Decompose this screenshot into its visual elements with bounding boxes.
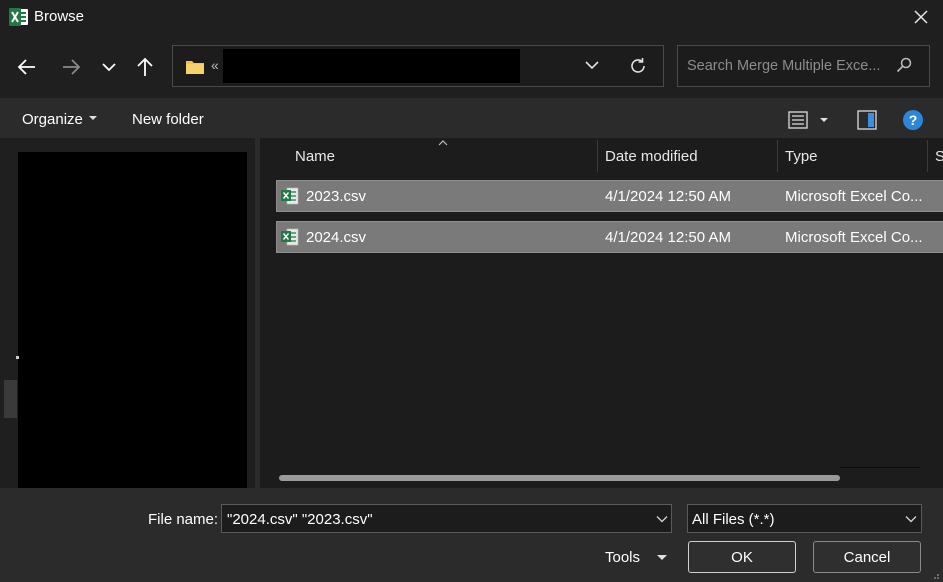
column-header-date-modified[interactable]: Date modified	[605, 148, 698, 165]
view-details-icon[interactable]	[788, 111, 808, 129]
excel-app-icon	[9, 8, 28, 26]
dialog-footer: File name: "2024.csv" "2023.csv" All Fil…	[0, 488, 943, 582]
file-name: 2024.csv	[306, 229, 367, 246]
file-type-select[interactable]: All Files (*.*)	[687, 504, 922, 533]
preview-pane-icon[interactable]	[857, 110, 877, 130]
column-header-type[interactable]: Type	[785, 148, 818, 165]
file-name-label: File name:	[148, 511, 219, 528]
tree-expander-icon[interactable]	[16, 356, 19, 359]
navigation-pane-redacted	[18, 152, 247, 492]
search-icon[interactable]	[896, 57, 912, 73]
file-type: Microsoft Excel Co...	[785, 188, 923, 205]
navigation-pane[interactable]	[0, 138, 255, 492]
organize-menu[interactable]: Organize	[22, 111, 97, 128]
sort-ascending-icon	[438, 140, 448, 146]
navigation-bar: « Search Merge Multiple Exce...	[0, 34, 943, 98]
address-path-redacted	[223, 49, 520, 83]
back-button[interactable]	[16, 56, 38, 78]
file-date-modified: 4/1/2024 12:50 AM	[605, 188, 731, 205]
arrow-right-icon	[63, 59, 81, 75]
address-overflow-chevron[interactable]: «	[211, 57, 219, 73]
recent-locations-button[interactable]	[98, 56, 120, 78]
file-type: Microsoft Excel Co...	[785, 229, 923, 246]
chevron-down-icon[interactable]	[905, 515, 917, 523]
arrow-up-icon	[137, 57, 153, 76]
forward-button[interactable]	[60, 56, 82, 78]
close-icon	[914, 10, 928, 24]
excel-file-icon	[281, 228, 299, 246]
column-divider[interactable]	[927, 140, 928, 172]
tools-caret-icon[interactable]	[657, 555, 667, 560]
horizontal-scrollbar-track[interactable]	[840, 467, 920, 468]
ok-button[interactable]: OK	[688, 541, 796, 573]
caret-down-icon	[88, 116, 97, 121]
column-divider[interactable]	[597, 140, 598, 172]
resize-grip-icon[interactable]	[930, 573, 940, 581]
table-row[interactable]: 2024.csv 4/1/2024 12:50 AM Microsoft Exc…	[276, 221, 943, 253]
table-row[interactable]: 2023.csv 4/1/2024 12:50 AM Microsoft Exc…	[276, 180, 943, 212]
help-icon[interactable]: ?	[903, 110, 923, 130]
window-title: Browse	[34, 8, 85, 25]
new-folder-button[interactable]: New folder	[132, 111, 204, 128]
view-options-caret-icon[interactable]	[820, 118, 828, 122]
navigation-pane-scrollbar[interactable]	[4, 380, 17, 418]
column-header-size[interactable]: S	[935, 148, 943, 165]
folder-icon	[186, 61, 204, 74]
tools-menu[interactable]: Tools	[605, 549, 640, 566]
file-date-modified: 4/1/2024 12:50 AM	[605, 229, 731, 246]
column-header-name[interactable]: Name	[295, 148, 335, 165]
up-button[interactable]	[134, 56, 156, 78]
address-bar[interactable]: «	[172, 45, 664, 87]
search-box[interactable]: Search Merge Multiple Exce...	[677, 45, 930, 87]
chevron-down-icon[interactable]	[656, 515, 668, 523]
search-input[interactable]: Search Merge Multiple Exce...	[687, 58, 887, 74]
file-name-field[interactable]: "2024.csv" "2023.csv"	[221, 504, 672, 533]
organize-label: Organize	[22, 111, 83, 128]
title-bar: Browse	[0, 0, 943, 34]
file-name-value[interactable]: "2024.csv" "2023.csv"	[227, 511, 373, 528]
arrow-left-icon	[17, 59, 35, 75]
file-list[interactable]: Name Date modified Type S 2023.csv 4/1/2…	[260, 138, 943, 488]
chevron-down-icon[interactable]	[585, 60, 599, 70]
file-type-value: All Files (*.*)	[692, 511, 775, 528]
refresh-icon[interactable]	[629, 57, 647, 75]
excel-file-icon	[281, 187, 299, 205]
horizontal-scrollbar-thumb[interactable]	[279, 475, 840, 481]
close-button[interactable]	[906, 5, 936, 29]
chevron-down-icon	[102, 63, 116, 72]
cancel-button[interactable]: Cancel	[813, 541, 921, 573]
column-divider[interactable]	[777, 140, 778, 172]
file-name: 2023.csv	[306, 188, 367, 205]
